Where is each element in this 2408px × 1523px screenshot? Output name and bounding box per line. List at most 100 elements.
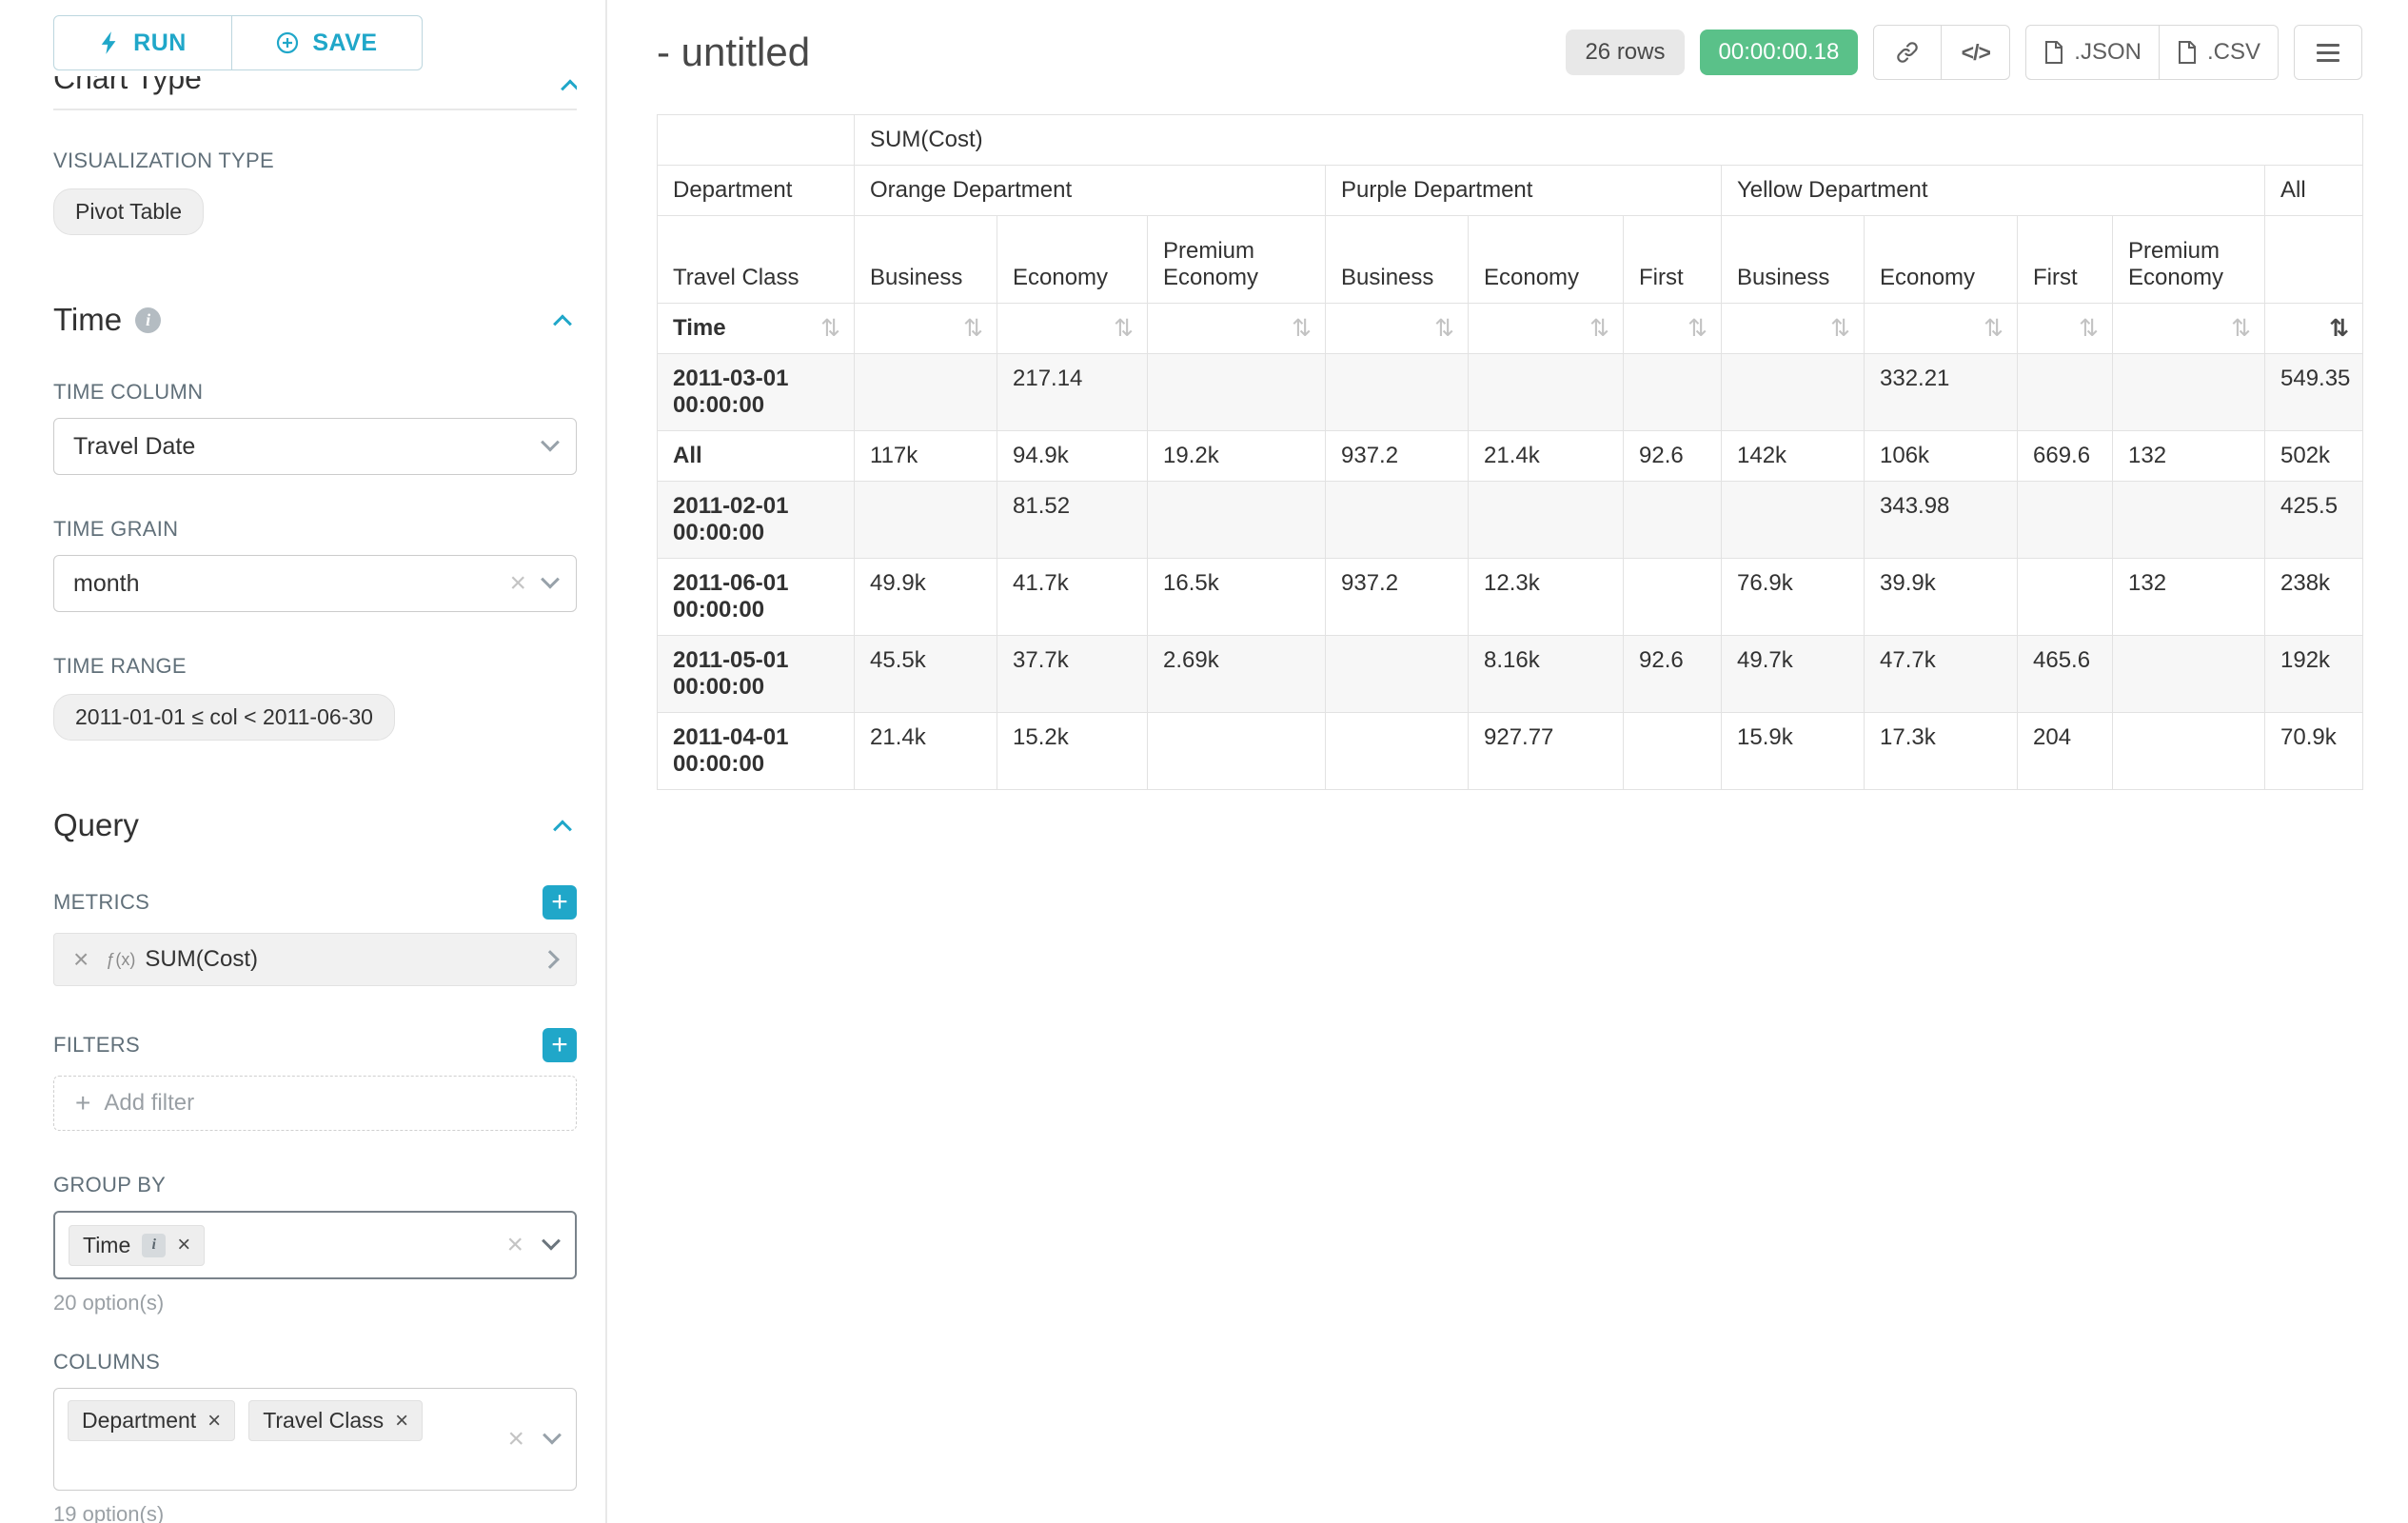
value-cell: 343.98 [1865,482,2018,559]
export-json-button[interactable]: .JSON [2025,25,2160,80]
code-icon: </> [1962,40,1990,66]
row-label-cell: 2011-02-01 00:00:00 [658,482,855,559]
sort-icon[interactable]: ⇅ [820,317,840,341]
remove-tag-icon[interactable]: × [395,1410,408,1433]
value-cell [1326,713,1469,790]
info-icon: i [135,307,161,333]
add-filter-button[interactable]: + Add filter [53,1076,577,1131]
column-sort-header[interactable]: ⇅ [1469,304,1624,354]
copy-link-button[interactable] [1873,25,1942,80]
department-header-cell: Orange Department [855,166,1326,216]
chevron-down-icon [541,570,560,589]
department-header-row: DepartmentOrange DepartmentPurple Depart… [658,166,2363,216]
run-button[interactable]: RUN [53,15,232,70]
embed-code-button[interactable]: </> [1942,25,2010,80]
sort-icon[interactable]: ⇅ [1292,317,1312,341]
column-sort-header[interactable]: ⇅ [1722,304,1865,354]
value-cell: 41.7k [997,559,1148,636]
pivot-row: 2011-03-01 00:00:00217.14332.21549.35 [658,354,2363,431]
tag-label: Time [83,1233,130,1258]
chart-type-section-header[interactable]: Chart Type [53,76,577,105]
time-column-value: Travel Date [73,433,543,461]
chart-type-title: Chart Type [53,76,202,105]
dimension-tag[interactable]: Timei × [69,1225,205,1266]
remove-tag-icon[interactable]: × [207,1410,221,1433]
value-cell [2113,354,2265,431]
dimension-tag[interactable]: Department× [68,1400,235,1441]
value-cell: 465.6 [2018,636,2113,713]
chevron-up-icon [561,79,577,98]
sort-icon[interactable]: ⇅ [1688,317,1707,341]
remove-metric-icon[interactable]: × [73,946,89,973]
columns-select[interactable]: Department× Travel Class × × [53,1388,577,1491]
metric-name: SUM(Cost) [145,946,543,973]
dimension-tag[interactable]: Travel Class × [248,1400,423,1441]
column-sort-header[interactable]: ⇅ [2265,304,2363,354]
chart-panel: - untitled 26 rows 00:00:00.18 </> .JSON [607,0,2408,1523]
tag-label: Travel Class [263,1408,384,1434]
value-cell [2018,559,2113,636]
sort-icon[interactable]: ⇅ [963,317,983,341]
visualization-type-value[interactable]: Pivot Table [53,188,204,235]
sort-icon[interactable]: ⇅ [1114,317,1134,341]
metric-item[interactable]: × ƒ(x) SUM(Cost) [53,933,577,986]
sort-icon[interactable]: ⇅ [2329,317,2349,341]
column-sort-header[interactable]: ⇅ [2113,304,2265,354]
sort-icon[interactable]: ⇅ [2079,317,2099,341]
column-sort-header[interactable]: ⇅ [855,304,997,354]
save-button[interactable]: SAVE [232,15,423,70]
export-csv-button[interactable]: .CSV [2160,25,2279,80]
travel-class-header-cell: First [2018,216,2113,304]
column-sort-header[interactable]: ⇅ [1865,304,2018,354]
value-cell: 2.69k [1148,636,1326,713]
query-section-header[interactable]: Query [53,807,577,843]
chevron-right-icon [541,950,560,969]
value-cell [1326,636,1469,713]
add-filter-label: Add filter [104,1090,194,1117]
sort-icon[interactable]: ⇅ [1830,317,1850,341]
remove-tag-icon[interactable]: × [177,1234,190,1256]
file-icon [2177,41,2198,64]
clear-icon[interactable]: × [509,569,526,598]
sort-icon[interactable]: ⇅ [1984,317,2003,341]
column-sort-header[interactable]: ⇅ [997,304,1148,354]
menu-button[interactable] [2294,25,2362,80]
travel-class-header-cell [2265,216,2363,304]
add-metric-button[interactable]: + [543,885,577,920]
group-by-label: GROUP BY [53,1173,577,1197]
value-cell: 21.4k [855,713,997,790]
value-cell [2113,482,2265,559]
file-icon [2043,41,2064,64]
value-cell: 192k [2265,636,2363,713]
clear-icon[interactable]: × [506,1231,523,1259]
value-cell [1148,482,1326,559]
sort-icon[interactable]: ⇅ [1434,317,1454,341]
sort-icon[interactable]: ⇅ [2231,317,2251,341]
column-sort-header[interactable]: ⇅ [1326,304,1469,354]
time-label: Time [673,315,726,342]
time-grain-value: month [73,570,509,598]
row-label-cell: 2011-05-01 00:00:00 [658,636,855,713]
column-sort-header[interactable]: ⇅ [2018,304,2113,354]
chevron-down-icon[interactable] [543,1426,562,1445]
time-grain-select[interactable]: month × [53,555,577,612]
time-range-label: TIME RANGE [53,654,577,679]
time-section-header[interactable]: Time i [53,302,577,338]
time-range-value[interactable]: 2011-01-01 ≤ col < 2011-06-30 [53,694,395,741]
add-filter-plus-button[interactable]: + [543,1028,577,1062]
clear-icon[interactable]: × [507,1425,524,1454]
value-cell: 549.35 [2265,354,2363,431]
function-icon: ƒ(x) [106,950,135,970]
chart-title: - untitled [657,30,1566,75]
export-csv-label: .CSV [2207,39,2260,66]
value-cell: 70.9k [2265,713,2363,790]
column-sort-header[interactable]: ⇅ [1148,304,1326,354]
sort-icon[interactable]: ⇅ [1589,317,1609,341]
value-cell [1469,482,1624,559]
info-icon[interactable]: i [142,1234,166,1257]
group-by-select[interactable]: Timei × × [53,1211,577,1279]
column-sort-header[interactable]: ⇅ [1624,304,1722,354]
time-sort-header[interactable]: Time ⇅ [658,304,855,354]
time-column-select[interactable]: Travel Date [53,418,577,475]
chevron-down-icon[interactable] [542,1232,561,1251]
